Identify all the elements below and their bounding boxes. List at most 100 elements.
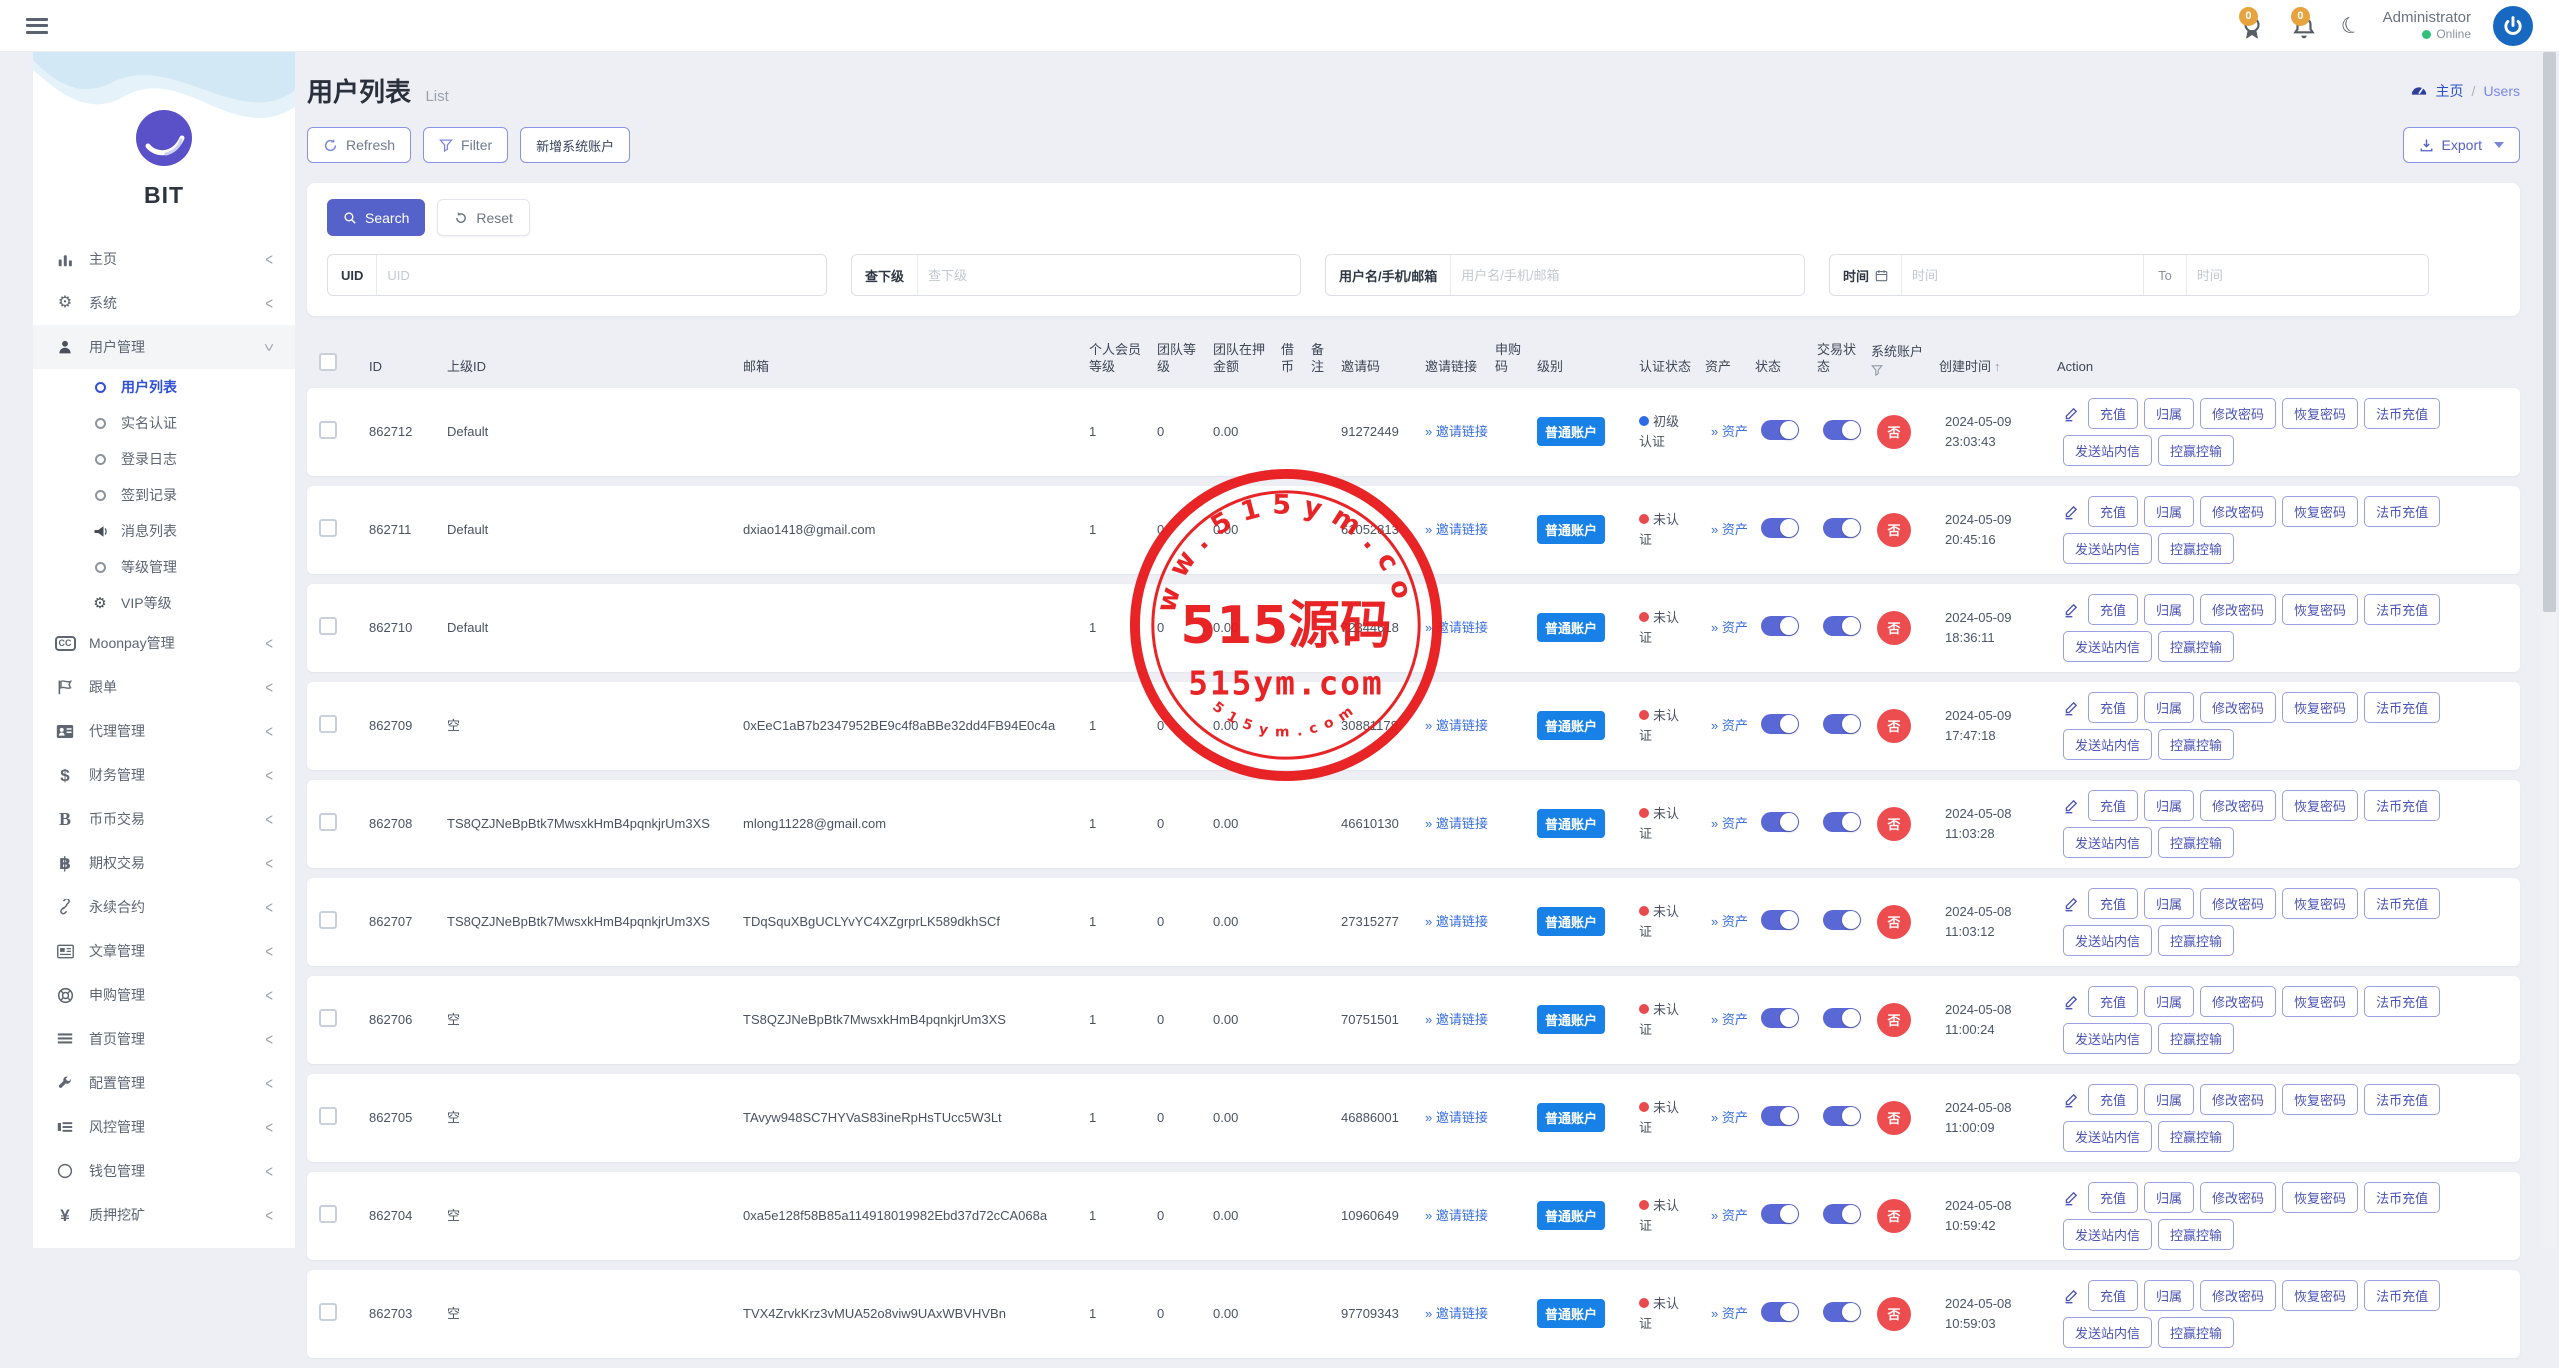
dark-mode-toggle-icon[interactable]: ☾ bbox=[2338, 12, 2364, 39]
system-account-badge[interactable]: 否 bbox=[1877, 611, 1911, 645]
change-password-button[interactable]: 修改密码 bbox=[2200, 1084, 2276, 1115]
asset-link[interactable]: » 资产 bbox=[1711, 522, 1748, 537]
account-type-badge[interactable]: 普通账户 bbox=[1537, 711, 1605, 740]
time-end-input[interactable] bbox=[2186, 255, 2428, 295]
sidebar-subitem-login-log[interactable]: 登录日志 bbox=[33, 441, 295, 477]
asset-link[interactable]: » 资产 bbox=[1711, 1306, 1748, 1321]
belong-button[interactable]: 归属 bbox=[2144, 986, 2194, 1017]
fiat-recharge-button[interactable]: 法币充值 bbox=[2364, 496, 2440, 527]
sort-up-arrow[interactable]: ↑ bbox=[1994, 359, 2001, 374]
edit-pencil-icon[interactable] bbox=[2063, 993, 2080, 1010]
row-checkbox[interactable] bbox=[319, 519, 337, 537]
asset-link[interactable]: » 资产 bbox=[1711, 718, 1748, 733]
win-control-button[interactable]: 控赢控输 bbox=[2158, 1219, 2234, 1250]
invite-link[interactable]: » 邀请链接 bbox=[1425, 1110, 1488, 1125]
fiat-recharge-button[interactable]: 法币充值 bbox=[2364, 790, 2440, 821]
invite-link[interactable]: » 邀请链接 bbox=[1425, 620, 1488, 635]
row-checkbox[interactable] bbox=[319, 421, 337, 439]
sidebar-item-finance[interactable]: $ 财务管理 < bbox=[33, 753, 295, 797]
refresh-button[interactable]: Refresh bbox=[307, 127, 411, 163]
status-toggle[interactable] bbox=[1761, 1204, 1799, 1224]
send-message-button[interactable]: 发送站内信 bbox=[2063, 631, 2152, 662]
sidebar-item-spot[interactable]: B 币币交易 < bbox=[33, 797, 295, 841]
sidebar-subitem-messages[interactable]: 消息列表 bbox=[33, 513, 295, 549]
search-button[interactable]: Search bbox=[327, 199, 425, 236]
send-message-button[interactable]: 发送站内信 bbox=[2063, 533, 2152, 564]
belong-button[interactable]: 归属 bbox=[2144, 398, 2194, 429]
sidebar-item-copy-trade[interactable]: 跟单 < bbox=[33, 665, 295, 709]
belong-button[interactable]: 归属 bbox=[2144, 496, 2194, 527]
send-message-button[interactable]: 发送站内信 bbox=[2063, 435, 2152, 466]
edit-pencil-icon[interactable] bbox=[2063, 503, 2080, 520]
vertical-scrollbar[interactable] bbox=[2543, 52, 2556, 1248]
sidebar-item-subscribe[interactable]: 申购管理 < bbox=[33, 973, 295, 1017]
account-type-badge[interactable]: 普通账户 bbox=[1537, 613, 1605, 642]
asset-link[interactable]: » 资产 bbox=[1711, 1208, 1748, 1223]
trade-status-toggle[interactable] bbox=[1823, 812, 1861, 832]
invite-link[interactable]: » 邀请链接 bbox=[1425, 914, 1488, 929]
status-toggle[interactable] bbox=[1761, 1008, 1799, 1028]
fiat-recharge-button[interactable]: 法币充值 bbox=[2364, 398, 2440, 429]
recover-password-button[interactable]: 恢复密码 bbox=[2282, 692, 2358, 723]
sidebar-subitem-vip-level[interactable]: ⚙ VIP等级 bbox=[33, 585, 295, 621]
invite-link[interactable]: » 邀请链接 bbox=[1425, 718, 1488, 733]
edit-pencil-icon[interactable] bbox=[2063, 405, 2080, 422]
belong-button[interactable]: 归属 bbox=[2144, 1280, 2194, 1311]
recover-password-button[interactable]: 恢复密码 bbox=[2282, 398, 2358, 429]
trade-status-toggle[interactable] bbox=[1823, 1106, 1861, 1126]
recharge-button[interactable]: 充值 bbox=[2088, 496, 2138, 527]
sidebar-item-options[interactable]: ฿ 期权交易 < bbox=[33, 841, 295, 885]
export-button[interactable]: Export bbox=[2403, 127, 2520, 163]
sidebar-item-moonpay[interactable]: CC Moonpay管理 < bbox=[33, 621, 295, 665]
award-notification-button[interactable]: 0 bbox=[2237, 11, 2267, 41]
fiat-recharge-button[interactable]: 法币充值 bbox=[2364, 986, 2440, 1017]
invite-link[interactable]: » 邀请链接 bbox=[1425, 1012, 1488, 1027]
system-account-badge[interactable]: 否 bbox=[1877, 415, 1911, 449]
change-password-button[interactable]: 修改密码 bbox=[2200, 986, 2276, 1017]
uid-input[interactable] bbox=[376, 255, 826, 295]
send-message-button[interactable]: 发送站内信 bbox=[2063, 827, 2152, 858]
system-account-badge[interactable]: 否 bbox=[1877, 1199, 1911, 1233]
admin-account[interactable]: Administrator Online bbox=[2383, 9, 2471, 43]
change-password-button[interactable]: 修改密码 bbox=[2200, 888, 2276, 919]
trade-status-toggle[interactable] bbox=[1823, 1008, 1861, 1028]
asset-link[interactable]: » 资产 bbox=[1711, 1012, 1748, 1027]
send-message-button[interactable]: 发送站内信 bbox=[2063, 1317, 2152, 1348]
status-toggle[interactable] bbox=[1761, 910, 1799, 930]
recover-password-button[interactable]: 恢复密码 bbox=[2282, 1084, 2358, 1115]
status-toggle[interactable] bbox=[1761, 616, 1799, 636]
belong-button[interactable]: 归属 bbox=[2144, 888, 2194, 919]
edit-pencil-icon[interactable] bbox=[2063, 895, 2080, 912]
status-toggle[interactable] bbox=[1761, 420, 1799, 440]
change-password-button[interactable]: 修改密码 bbox=[2200, 496, 2276, 527]
invite-link[interactable]: » 邀请链接 bbox=[1425, 816, 1488, 831]
account-type-badge[interactable]: 普通账户 bbox=[1537, 1201, 1605, 1230]
account-type-badge[interactable]: 普通账户 bbox=[1537, 417, 1605, 446]
recover-password-button[interactable]: 恢复密码 bbox=[2282, 594, 2358, 625]
recover-password-button[interactable]: 恢复密码 bbox=[2282, 496, 2358, 527]
trade-status-toggle[interactable] bbox=[1823, 518, 1861, 538]
invite-link[interactable]: » 邀请链接 bbox=[1425, 1208, 1488, 1223]
row-checkbox[interactable] bbox=[319, 911, 337, 929]
trade-status-toggle[interactable] bbox=[1823, 616, 1861, 636]
sidebar-subitem-real-name[interactable]: 实名认证 bbox=[33, 405, 295, 441]
system-account-badge[interactable]: 否 bbox=[1877, 905, 1911, 939]
row-checkbox[interactable] bbox=[319, 1009, 337, 1027]
username-phone-email-input[interactable] bbox=[1450, 255, 1804, 295]
asset-link[interactable]: » 资产 bbox=[1711, 914, 1748, 929]
recharge-button[interactable]: 充值 bbox=[2088, 398, 2138, 429]
change-password-button[interactable]: 修改密码 bbox=[2200, 790, 2276, 821]
sidebar-item-wallet[interactable]: 钱包管理 < bbox=[33, 1149, 295, 1193]
edit-pencil-icon[interactable] bbox=[2063, 1091, 2080, 1108]
breadcrumb-home-link[interactable]: 主页 bbox=[2436, 81, 2464, 101]
sub-level-input[interactable] bbox=[917, 255, 1300, 295]
trade-status-toggle[interactable] bbox=[1823, 420, 1861, 440]
win-control-button[interactable]: 控赢控输 bbox=[2158, 1317, 2234, 1348]
win-control-button[interactable]: 控赢控输 bbox=[2158, 925, 2234, 956]
change-password-button[interactable]: 修改密码 bbox=[2200, 692, 2276, 723]
win-control-button[interactable]: 控赢控输 bbox=[2158, 533, 2234, 564]
trade-status-toggle[interactable] bbox=[1823, 1302, 1861, 1322]
recharge-button[interactable]: 充值 bbox=[2088, 1084, 2138, 1115]
fiat-recharge-button[interactable]: 法币充值 bbox=[2364, 594, 2440, 625]
trade-status-toggle[interactable] bbox=[1823, 714, 1861, 734]
